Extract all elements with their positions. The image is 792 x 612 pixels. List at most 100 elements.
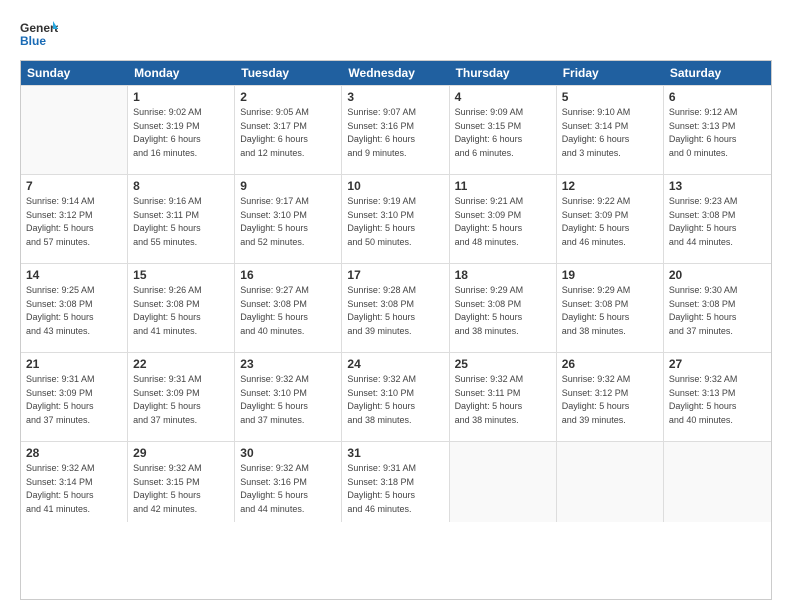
day-info: Sunrise: 9:12 AM Sunset: 3:13 PM Dayligh… [669,106,766,160]
weekday-header-tuesday: Tuesday [235,61,342,85]
day-number: 3 [347,90,443,104]
day-number: 10 [347,179,443,193]
day-info: Sunrise: 9:32 AM Sunset: 3:15 PM Dayligh… [133,462,229,516]
calendar-cell [450,442,557,522]
day-number: 26 [562,357,658,371]
day-info: Sunrise: 9:32 AM Sunset: 3:12 PM Dayligh… [562,373,658,427]
day-number: 17 [347,268,443,282]
day-number: 27 [669,357,766,371]
calendar-cell [664,442,771,522]
calendar-cell: 20 Sunrise: 9:30 AM Sunset: 3:08 PM Dayli… [664,264,771,352]
day-number: 9 [240,179,336,193]
calendar: SundayMondayTuesdayWednesdayThursdayFrid… [20,60,772,600]
day-number: 15 [133,268,229,282]
calendar-cell: 28Sunrise: 9:32 AM Sunset: 3:14 PM Dayli… [21,442,128,522]
day-number: 31 [347,446,443,460]
day-info: Sunrise: 9:29 AM Sunset: 3:08 PM Dayligh… [455,284,551,338]
calendar-cell: 29Sunrise: 9:32 AM Sunset: 3:15 PM Dayli… [128,442,235,522]
calendar-cell [21,86,128,174]
calendar-cell: 14Sunrise: 9:25 AM Sunset: 3:08 PM Dayli… [21,264,128,352]
day-number: 19 [562,268,658,282]
calendar-cell: 11Sunrise: 9:21 AM Sunset: 3:09 PM Dayli… [450,175,557,263]
day-info: Sunrise: 9:07 AM Sunset: 3:16 PM Dayligh… [347,106,443,160]
page-header: General Blue [20,18,772,50]
day-info: Sunrise: 9:32 AM Sunset: 3:10 PM Dayligh… [240,373,336,427]
day-info: Sunrise: 9:09 AM Sunset: 3:15 PM Dayligh… [455,106,551,160]
day-info: Sunrise: 9:16 AM Sunset: 3:11 PM Dayligh… [133,195,229,249]
calendar-cell: 10 Sunrise: 9:19 AM Sunset: 3:10 PM Dayli… [342,175,449,263]
day-info: Sunrise: 9:21 AM Sunset: 3:09 PM Dayligh… [455,195,551,249]
calendar-row-1: 7 Sunrise: 9:14 AM Sunset: 3:12 PM Daylig… [21,174,771,263]
calendar-cell: 7 Sunrise: 9:14 AM Sunset: 3:12 PM Daylig… [21,175,128,263]
day-number: 14 [26,268,122,282]
day-number: 12 [562,179,658,193]
calendar-cell: 17 Sunrise: 9:28 AM Sunset: 3:08 PM Dayli… [342,264,449,352]
weekday-header-monday: Monday [128,61,235,85]
day-info: Sunrise: 9:14 AM Sunset: 3:12 PM Dayligh… [26,195,122,249]
calendar-header: SundayMondayTuesdayWednesdayThursdayFrid… [21,61,771,85]
day-number: 18 [455,268,551,282]
calendar-cell: 23 Sunrise: 9:32 AM Sunset: 3:10 PM Dayli… [235,353,342,441]
calendar-body: 1Sunrise: 9:02 AM Sunset: 3:19 PM Daylig… [21,85,771,522]
calendar-cell: 6 Sunrise: 9:12 AM Sunset: 3:13 PM Daylig… [664,86,771,174]
day-number: 23 [240,357,336,371]
calendar-cell: 8 Sunrise: 9:16 AM Sunset: 3:11 PM Daylig… [128,175,235,263]
day-info: Sunrise: 9:10 AM Sunset: 3:14 PM Dayligh… [562,106,658,160]
day-number: 25 [455,357,551,371]
calendar-cell: 1Sunrise: 9:02 AM Sunset: 3:19 PM Daylig… [128,86,235,174]
day-info: Sunrise: 9:02 AM Sunset: 3:19 PM Dayligh… [133,106,229,160]
day-info: Sunrise: 9:31 AM Sunset: 3:09 PM Dayligh… [26,373,122,427]
calendar-row-3: 21 Sunrise: 9:31 AM Sunset: 3:09 PM Dayli… [21,352,771,441]
logo-svg: General Blue [20,18,58,50]
weekday-header-sunday: Sunday [21,61,128,85]
svg-text:Blue: Blue [20,34,46,48]
calendar-cell: 2Sunrise: 9:05 AM Sunset: 3:17 PM Daylig… [235,86,342,174]
day-number: 20 [669,268,766,282]
day-number: 24 [347,357,443,371]
svg-text:General: General [20,21,58,35]
calendar-cell: 24 Sunrise: 9:32 AM Sunset: 3:10 PM Dayli… [342,353,449,441]
calendar-cell: 12 Sunrise: 9:22 AM Sunset: 3:09 PM Dayli… [557,175,664,263]
day-info: Sunrise: 9:28 AM Sunset: 3:08 PM Dayligh… [347,284,443,338]
day-info: Sunrise: 9:26 AM Sunset: 3:08 PM Dayligh… [133,284,229,338]
day-number: 2 [240,90,336,104]
day-info: Sunrise: 9:31 AM Sunset: 3:18 PM Dayligh… [347,462,443,516]
day-number: 30 [240,446,336,460]
day-info: Sunrise: 9:31 AM Sunset: 3:09 PM Dayligh… [133,373,229,427]
day-number: 8 [133,179,229,193]
day-info: Sunrise: 9:17 AM Sunset: 3:10 PM Dayligh… [240,195,336,249]
day-info: Sunrise: 9:32 AM Sunset: 3:13 PM Dayligh… [669,373,766,427]
day-info: Sunrise: 9:23 AM Sunset: 3:08 PM Dayligh… [669,195,766,249]
calendar-cell: 25 Sunrise: 9:32 AM Sunset: 3:11 PM Dayli… [450,353,557,441]
calendar-row-2: 14Sunrise: 9:25 AM Sunset: 3:08 PM Dayli… [21,263,771,352]
day-info: Sunrise: 9:32 AM Sunset: 3:14 PM Dayligh… [26,462,122,516]
calendar-cell: 30 Sunrise: 9:32 AM Sunset: 3:16 PM Dayli… [235,442,342,522]
calendar-cell: 31 Sunrise: 9:31 AM Sunset: 3:18 PM Dayli… [342,442,449,522]
day-number: 6 [669,90,766,104]
calendar-cell: 21 Sunrise: 9:31 AM Sunset: 3:09 PM Dayli… [21,353,128,441]
day-number: 21 [26,357,122,371]
day-info: Sunrise: 9:32 AM Sunset: 3:10 PM Dayligh… [347,373,443,427]
day-number: 16 [240,268,336,282]
day-number: 4 [455,90,551,104]
day-info: Sunrise: 9:32 AM Sunset: 3:16 PM Dayligh… [240,462,336,516]
calendar-cell: 4 Sunrise: 9:09 AM Sunset: 3:15 PM Daylig… [450,86,557,174]
calendar-cell [557,442,664,522]
day-number: 7 [26,179,122,193]
day-info: Sunrise: 9:32 AM Sunset: 3:11 PM Dayligh… [455,373,551,427]
calendar-cell: 19 Sunrise: 9:29 AM Sunset: 3:08 PM Dayli… [557,264,664,352]
weekday-header-wednesday: Wednesday [342,61,449,85]
calendar-cell: 15 Sunrise: 9:26 AM Sunset: 3:08 PM Dayli… [128,264,235,352]
calendar-cell: 16Sunrise: 9:27 AM Sunset: 3:08 PM Dayli… [235,264,342,352]
day-info: Sunrise: 9:30 AM Sunset: 3:08 PM Dayligh… [669,284,766,338]
calendar-cell: 22Sunrise: 9:31 AM Sunset: 3:09 PM Dayli… [128,353,235,441]
weekday-header-thursday: Thursday [450,61,557,85]
weekday-header-saturday: Saturday [664,61,771,85]
calendar-cell: 3 Sunrise: 9:07 AM Sunset: 3:16 PM Daylig… [342,86,449,174]
calendar-cell: 27 Sunrise: 9:32 AM Sunset: 3:13 PM Dayli… [664,353,771,441]
day-info: Sunrise: 9:19 AM Sunset: 3:10 PM Dayligh… [347,195,443,249]
calendar-cell: 18 Sunrise: 9:29 AM Sunset: 3:08 PM Dayli… [450,264,557,352]
weekday-header-friday: Friday [557,61,664,85]
day-info: Sunrise: 9:22 AM Sunset: 3:09 PM Dayligh… [562,195,658,249]
day-info: Sunrise: 9:29 AM Sunset: 3:08 PM Dayligh… [562,284,658,338]
